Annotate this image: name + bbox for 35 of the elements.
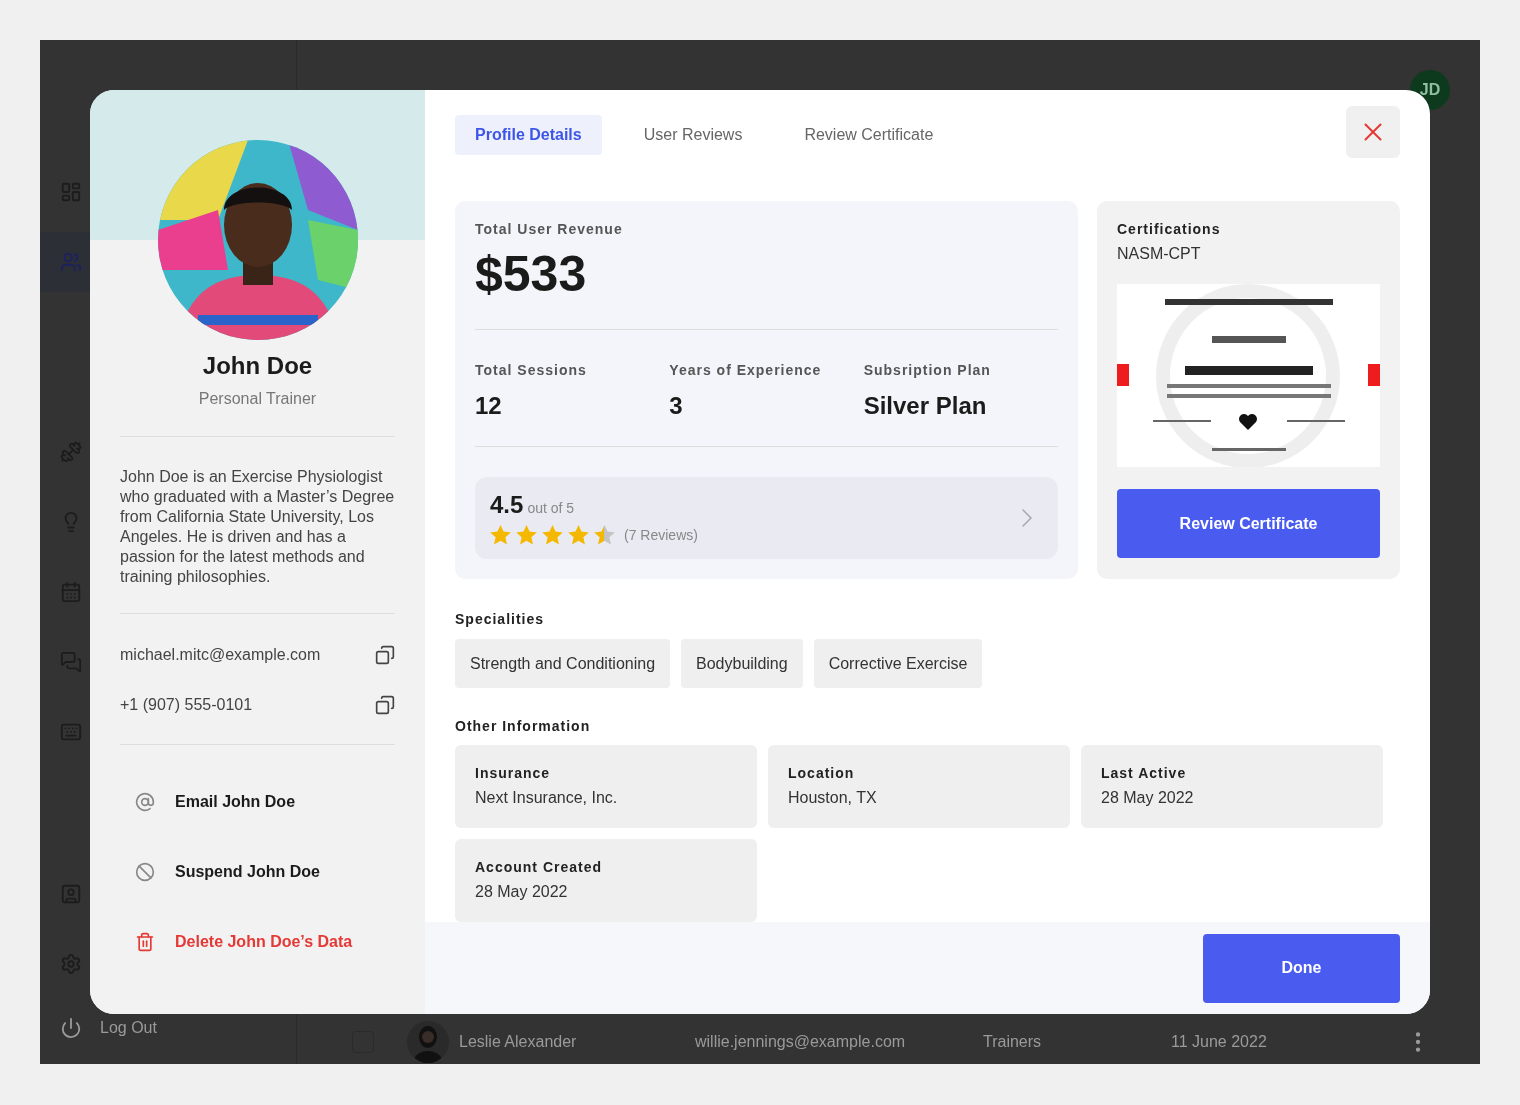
rating-scale: out of 5 bbox=[527, 500, 575, 516]
info-label: Account Created bbox=[475, 859, 604, 875]
contact-detail: +1 (907) 555-0101 bbox=[120, 696, 253, 714]
speciality-tag: Bodybuilding bbox=[681, 639, 803, 688]
info-label: Last Active bbox=[1101, 765, 1188, 781]
profile-bio: John Doe is an Exercise Physiologist who graduated with a Master’s Degree from California State University, Los Angeles. He is driven and has a passion for the latest methods and training philosophies. bbox=[120, 467, 395, 587]
review-count: (7 Reviews) bbox=[624, 527, 698, 543]
stat-label: Years of Experience bbox=[669, 362, 823, 378]
info-label: Location bbox=[788, 765, 856, 781]
user-role: Trainers bbox=[983, 1033, 1043, 1051]
profile-role: Personal Trainer bbox=[197, 390, 318, 408]
stat-label: Total Sessions bbox=[475, 362, 588, 378]
stat-value: 12 bbox=[475, 392, 503, 420]
info-value: 28 May 2022 bbox=[1101, 789, 1195, 807]
stat-label: Total User Revenue bbox=[475, 221, 624, 237]
user-date: 11 June 2022 bbox=[1171, 1033, 1268, 1051]
user-name: Leslie Alexander bbox=[459, 1033, 578, 1051]
info-label: Insurance bbox=[475, 765, 552, 781]
rating-score: 4.5 bbox=[490, 491, 524, 518]
revenue-value: $533 bbox=[475, 245, 1058, 330]
speciality-tag: Corrective Exercise bbox=[813, 639, 983, 688]
speciality-tag: Strength and Conditioning bbox=[455, 639, 671, 688]
profile-name: John Doe bbox=[201, 352, 314, 380]
stat-label: Subsription Plan bbox=[863, 362, 992, 378]
info-value: Next Insurance, Inc. bbox=[475, 789, 619, 807]
info-value: Houston, TX bbox=[788, 789, 878, 807]
user-email: willie.jennings@example.com bbox=[695, 1033, 907, 1051]
info-value: 28 May 2022 bbox=[475, 883, 569, 901]
contact-detail: michael.mitc@example.com bbox=[120, 646, 321, 664]
section-title: Specialities bbox=[455, 611, 546, 627]
section-title: Other Information bbox=[455, 718, 592, 734]
section-title: Certifications bbox=[1117, 221, 1222, 237]
certification-name: NASM-CPT bbox=[1117, 245, 1202, 263]
stat-value: Silver Plan bbox=[863, 392, 988, 420]
stat-value: 3 bbox=[669, 392, 684, 420]
